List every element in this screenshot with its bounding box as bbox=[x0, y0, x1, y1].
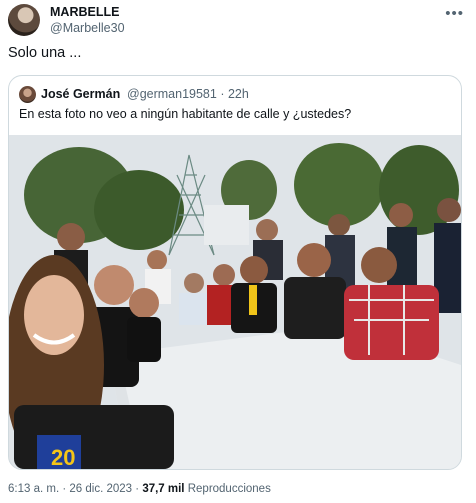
tweet-header: MARBELLE @Marbelle30 ••• bbox=[8, 4, 468, 36]
quoted-header: José Germán @german19581 · 22h bbox=[19, 86, 449, 106]
quoted-photo[interactable]: 20 bbox=[9, 135, 461, 469]
display-name[interactable]: MARBELLE bbox=[50, 5, 119, 19]
meta-separator: · bbox=[62, 483, 67, 495]
quoted-handle: @german19581 bbox=[127, 87, 217, 101]
tweet-date[interactable]: 26 dic. 2023 bbox=[69, 483, 132, 495]
quoted-text: En esta foto no veo a ningún habitante d… bbox=[19, 107, 352, 121]
quoted-time: 22h bbox=[227, 87, 249, 101]
photo-illustration: 20 bbox=[9, 135, 461, 469]
more-icon[interactable]: ••• bbox=[445, 5, 464, 22]
user-handle[interactable]: @Marbelle30 bbox=[50, 21, 125, 35]
meta-separator-2: · bbox=[135, 483, 140, 495]
tweet-text: Solo una ... bbox=[8, 45, 82, 61]
tweet-time[interactable]: 6:13 a. m. bbox=[8, 483, 59, 495]
quoted-display-name: José Germán bbox=[41, 87, 121, 101]
views-count: 37,7 mil bbox=[142, 483, 185, 495]
quoted-handle-time: @german19581 · 22h bbox=[127, 87, 249, 101]
quoted-avatar bbox=[19, 86, 36, 103]
photo-badge-text: 20 bbox=[51, 445, 75, 469]
quoted-tweet[interactable]: José Germán @german19581 · 22h En esta f… bbox=[8, 75, 462, 470]
tweet-meta: 6:13 a. m. · 26 dic. 2023 · 37,7 mil Rep… bbox=[8, 483, 271, 495]
views-label: Reproducciones bbox=[187, 483, 271, 495]
avatar[interactable] bbox=[8, 4, 40, 36]
